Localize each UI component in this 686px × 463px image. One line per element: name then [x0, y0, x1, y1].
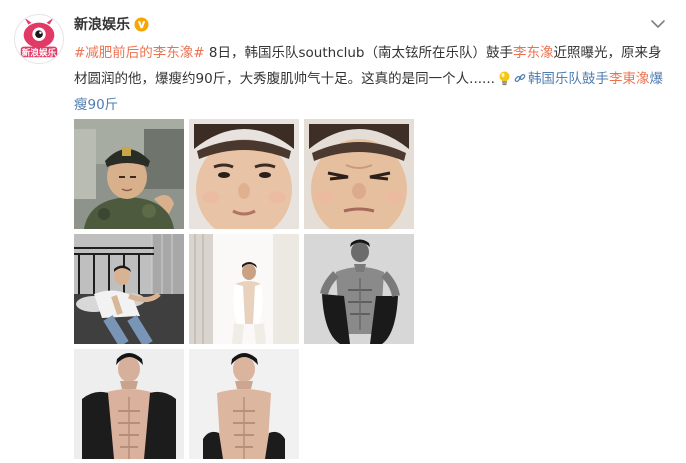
photo-grid — [74, 119, 414, 459]
photo-thumbnail-5[interactable] — [189, 234, 299, 344]
link-icon — [514, 73, 526, 83]
verified-v-badge-icon — [134, 17, 149, 31]
avatar-logo-text: 新浪娱乐 — [22, 46, 57, 58]
face-closeup-squint-image — [304, 119, 414, 229]
man-on-bed-image — [74, 234, 184, 344]
face-closeup-image — [189, 119, 299, 229]
post-text: #减肥前后的李东潒# 8日，韩国乐队southclub（南太铉所在乐队）鼓手李东… — [74, 40, 670, 118]
photo-thumbnail-8[interactable] — [189, 349, 299, 459]
username-row: 新浪娱乐 — [74, 14, 149, 34]
lightbulb-icon — [499, 71, 510, 86]
soldier-portrait-image — [74, 119, 184, 229]
avatar[interactable]: 新浪娱乐 — [14, 14, 64, 64]
mention-link[interactable]: 李东潒 — [513, 45, 554, 61]
article-link-highlight: 李東潒 — [608, 71, 650, 87]
shirtless-jacket-2-image — [189, 349, 299, 459]
shirtless-jacket-image — [74, 349, 184, 459]
photo-thumbnail-7[interactable] — [74, 349, 184, 459]
photo-thumbnail-2[interactable] — [189, 119, 299, 229]
man-by-window-image — [189, 234, 299, 344]
sina-ent-logo: 新浪娱乐 — [15, 15, 63, 63]
post-date-text: 8日，韩国乐队southclub（南太铉所在乐队）鼓手 — [204, 45, 514, 61]
username[interactable]: 新浪娱乐 — [74, 14, 130, 34]
shirtless-bw-image — [304, 234, 414, 344]
photo-thumbnail-4[interactable] — [74, 234, 184, 344]
photo-thumbnail-6[interactable] — [304, 234, 414, 344]
topic-tag-link[interactable]: #减肥前后的李东潒# — [74, 45, 205, 61]
photo-thumbnail-3[interactable] — [304, 119, 414, 229]
chevron-down-icon[interactable] — [650, 16, 666, 32]
photo-thumbnail-1[interactable] — [74, 119, 184, 229]
article-link-prefix: 韩国乐队鼓手 — [527, 71, 609, 87]
